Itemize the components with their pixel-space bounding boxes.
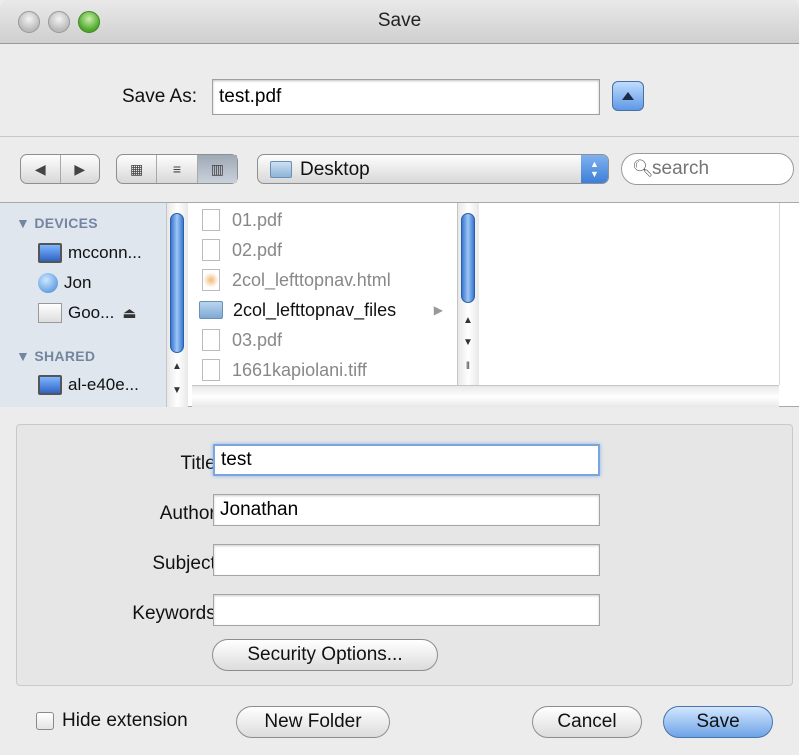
hide-extension-label: Hide extension — [62, 710, 188, 731]
toolbar: ◀ ▶ ▦ ≡ ▥ Desktop ▲ ▼ 🔍︎ — [0, 138, 799, 202]
author-label: Author: — [159, 503, 221, 524]
search-input[interactable] — [652, 158, 782, 180]
list-view-button[interactable]: ≡ — [157, 155, 198, 183]
file-browser: ▼ DEVICES mcconn... Jon Goo... ⏏ ▼ SHARE… — [0, 202, 799, 407]
scroll-down-icon[interactable]: ▼ — [461, 337, 475, 348]
scroll-up-icon[interactable]: ▲ — [461, 315, 475, 326]
pdf-file-icon — [202, 329, 220, 351]
save-button[interactable]: Save — [663, 706, 773, 738]
file-row[interactable]: 1661kapiolani.tiff — [192, 355, 457, 383]
sidebar-scrollbar[interactable]: ▲ ▼ — [166, 203, 188, 407]
file-name: 03.pdf — [232, 329, 283, 350]
file-column-scroll-thumb[interactable] — [461, 213, 475, 303]
sidebar-item-label: al-e40e... — [68, 375, 139, 394]
file-name: 2col_lefttopnav.html — [232, 269, 391, 290]
folder-icon — [199, 301, 223, 319]
icon-view-button[interactable]: ▦ — [117, 155, 158, 183]
window-title: Save — [377, 10, 422, 31]
title-label: Title: — [180, 453, 221, 474]
disclosure-arrow-icon: ▶ — [433, 303, 443, 317]
back-button[interactable]: ◀ — [21, 155, 61, 183]
file-name: 2col_lefttopnav_files — [233, 299, 397, 320]
sidebar-item-mcconn[interactable]: mcconn... — [38, 239, 166, 267]
security-options-button[interactable]: Security Options... — [212, 639, 438, 671]
pdf-file-icon — [202, 209, 220, 231]
folder-row[interactable]: 2col_lefttopnav_files ▶ — [192, 295, 457, 325]
file-row[interactable]: 03.pdf — [192, 325, 457, 355]
title-field[interactable] — [213, 444, 600, 476]
forward-arrow-icon: ▶ — [74, 160, 86, 177]
sidebar-item-label: Jon — [64, 273, 92, 292]
disk-icon — [38, 303, 62, 323]
file-row[interactable]: 01.pdf — [192, 205, 457, 235]
sidebar-heading-devices: ▼ DEVICES — [16, 215, 98, 231]
pdf-file-icon — [202, 239, 220, 261]
back-forward-buttons: ◀ ▶ — [20, 154, 100, 184]
file-column: 01.pdf 02.pdf 2col_lefttopnav.html 2col_… — [192, 203, 457, 383]
monitor-icon — [38, 375, 62, 395]
sidebar: ▼ DEVICES mcconn... Jon Goo... ⏏ ▼ SHARE… — [0, 203, 166, 407]
location-popup[interactable]: Desktop ▲ ▼ — [257, 154, 609, 184]
file-name: 1661kapiolani.tiff — [232, 359, 367, 380]
subject-label: Subject: — [152, 553, 221, 574]
list-icon: ≡ — [172, 161, 182, 177]
folder-icon — [270, 161, 292, 178]
view-mode-buttons: ▦ ≡ ▥ — [116, 154, 238, 184]
sidebar-scroll-thumb[interactable] — [170, 213, 184, 353]
cancel-button[interactable]: Cancel — [532, 706, 642, 738]
scroll-down-icon[interactable]: ▼ — [170, 385, 184, 396]
file-name: 01.pdf — [232, 209, 283, 230]
globe-icon — [38, 273, 58, 293]
subject-field[interactable] — [213, 544, 600, 576]
keywords-field[interactable] — [213, 594, 600, 626]
column-resize-handle-icon[interactable]: ‖ — [461, 361, 475, 372]
sidebar-item-label: Goo... — [68, 303, 115, 322]
search-icon: 🔍︎ — [632, 159, 654, 178]
author-field[interactable] — [213, 494, 600, 526]
back-arrow-icon: ◀ — [34, 160, 46, 177]
pdf-options-panel: Title: Author: Subject: Keywords: Securi… — [16, 424, 793, 686]
collapse-dialog-button[interactable] — [612, 81, 644, 111]
sidebar-item-goo[interactable]: Goo... ⏏ — [38, 299, 166, 327]
grid-icon: ▦ — [130, 160, 144, 177]
file-name: 02.pdf — [232, 239, 283, 260]
location-label: Desktop — [300, 159, 370, 180]
file-column-scrollbar[interactable]: ▲ ▼ ‖ — [457, 203, 479, 385]
sidebar-item-label: mcconn... — [68, 243, 142, 262]
column-divider — [779, 203, 780, 385]
scroll-up-icon[interactable]: ▲ — [170, 361, 184, 372]
sidebar-item-jon[interactable]: Jon — [38, 269, 166, 297]
forward-button[interactable]: ▶ — [61, 155, 100, 183]
sidebar-heading-shared: ▼ SHARED — [16, 348, 96, 364]
columns-icon: ▥ — [210, 160, 224, 177]
horizontal-scrollbar[interactable] — [192, 385, 779, 407]
keywords-label: Keywords: — [132, 603, 221, 624]
html-file-icon — [202, 269, 220, 291]
popup-arrows-icon: ▲ ▼ — [581, 155, 608, 183]
triangle-up-icon — [622, 92, 634, 100]
checkbox-icon[interactable] — [36, 712, 54, 730]
title-bar: Save — [0, 0, 799, 44]
eject-icon[interactable]: ⏏ — [122, 304, 136, 322]
new-folder-button[interactable]: New Folder — [236, 706, 390, 738]
save-as-input[interactable] — [212, 79, 600, 115]
monitor-icon — [38, 243, 62, 263]
tiff-file-icon — [202, 359, 220, 381]
sidebar-item-al-e40e[interactable]: al-e40e... — [38, 371, 166, 399]
search-field[interactable]: 🔍︎ — [621, 153, 794, 185]
column-view-button[interactable]: ▥ — [197, 155, 237, 183]
hide-extension-checkbox[interactable]: Hide extension — [36, 710, 188, 732]
file-row[interactable]: 2col_lefttopnav.html — [192, 265, 457, 295]
save-as-label: Save As: — [122, 86, 197, 107]
file-row[interactable]: 02.pdf — [192, 235, 457, 265]
save-as-row: Save As: — [0, 45, 799, 137]
